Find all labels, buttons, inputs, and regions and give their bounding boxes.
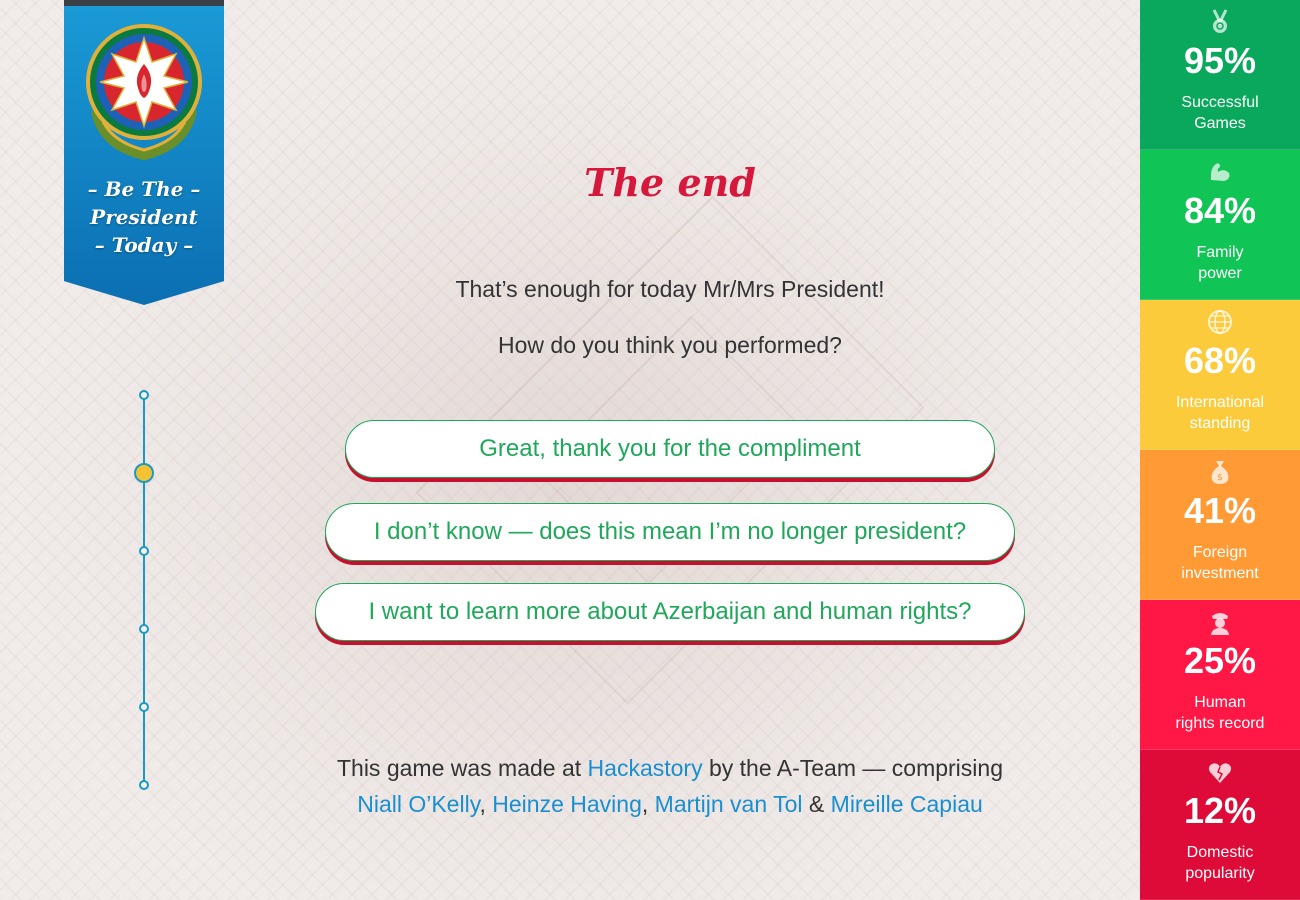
stat-label-line1: Foreign [1192,544,1248,561]
stat-value: 25% [1183,640,1257,681]
stat-label-line1: Successful [1181,94,1259,111]
stat-value: 68% [1183,340,1257,381]
banner-title: – Be The – President – Today – [64,175,224,259]
choice-label: Great, thank you for the compliment [479,435,861,462]
svg-text:$: $ [1217,473,1223,483]
officer-icon [1211,613,1229,635]
credits-line2: Niall O’Kelly, Heinze Having, Martijn va… [240,786,1100,822]
stat-value: 41% [1183,490,1257,531]
medal-icon [1212,9,1228,33]
timeline-step [139,702,149,712]
intro-text: That’s enough for today Mr/Mrs President… [455,276,885,302]
question-text: How do you think you performed? [498,332,842,358]
stat-label: Foreign investment [1150,542,1290,584]
banner-title-line3: – Today – [94,233,194,257]
credits-middle: by the A-Team — comprising [702,755,1003,781]
stat-domestic-popularity: 12% Domestic popularity [1140,750,1300,900]
author-link[interactable]: Martijn van Tol [655,791,803,817]
stat-label: Human rights record [1150,692,1290,734]
credits-separator: , [479,791,486,817]
credits: This game was made at Hackastory by the … [240,750,1100,822]
choice-label: I don’t know — does this mean I’m no lon… [373,518,967,545]
stats-panel: 95% Successful Games 84% Family power 68… [1140,0,1300,900]
hackastory-link[interactable]: Hackastory [588,755,703,781]
stat-label: International standing [1150,392,1290,434]
stat-value: 12% [1183,790,1257,831]
credits-prefix: This game was made at [336,755,588,781]
stat-label: Family power [1150,242,1290,284]
banner-hanger [64,0,224,6]
timeline-step [139,624,149,634]
credits-line1: This game was made at Hackastory by the … [240,750,1100,786]
progress-timeline [130,385,160,795]
broken-heart-icon [1208,763,1232,783]
author-link[interactable]: Heinze Having [492,791,642,817]
stat-label-line1: Human [1194,694,1246,711]
timeline-step [139,780,149,790]
author-link[interactable]: Mireille Capiau [831,791,983,817]
stat-label: Successful Games [1150,92,1290,134]
timeline-step-active [134,463,154,483]
choice-label: I want to learn more about Azerbaijan an… [368,598,972,625]
stat-label-line1: Family [1196,244,1244,261]
banner-title-line1: – Be The – [87,177,201,201]
timeline-step [139,546,149,556]
stat-label: Domestic popularity [1150,842,1290,884]
credits-separator: , [641,791,649,817]
author-link[interactable]: Niall O’Kelly [357,791,479,817]
stat-international-standing: 68% International standing [1140,300,1300,450]
page-title: The end [584,160,756,205]
bicep-icon [1210,163,1230,181]
choice-button-compliment[interactable]: Great, thank you for the compliment [345,420,995,478]
stat-label-line2: Games [1194,115,1246,132]
main-content: The end That’s enough for today Mr/Mrs P… [240,0,1100,900]
stat-label-line2: standing [1189,415,1251,432]
stat-label-line2: popularity [1185,865,1255,882]
stat-label-line2: power [1198,265,1242,282]
stat-label-line1: Domestic [1186,844,1254,861]
stat-label-line2: investment [1181,565,1259,582]
credits-separator: & [802,791,831,817]
stat-foreign-investment: $ 41% Foreign investment [1140,450,1300,600]
choice-button-learn-more[interactable]: I want to learn more about Azerbaijan an… [315,583,1025,641]
money-bag-icon: $ [1211,461,1229,484]
banner-title-line2: President [90,205,198,229]
stat-value: 84% [1183,190,1257,231]
timeline-line [143,395,145,785]
stat-label-line1: International [1175,394,1265,411]
stat-value: 95% [1183,40,1257,81]
choice-button-no-longer-president[interactable]: I don’t know — does this mean I’m no lon… [325,503,1015,561]
title-banner: – Be The – President – Today – [64,0,224,305]
stat-human-rights-record: 25% Human rights record [1140,600,1300,750]
stat-successful-games: 95% Successful Games [1140,0,1300,150]
stat-family-power: 84% Family power [1140,150,1300,300]
azerbaijan-emblem-icon [86,24,202,160]
globe-icon [1208,310,1232,334]
stat-label-line2: rights record [1175,715,1265,732]
timeline-step [139,390,149,400]
